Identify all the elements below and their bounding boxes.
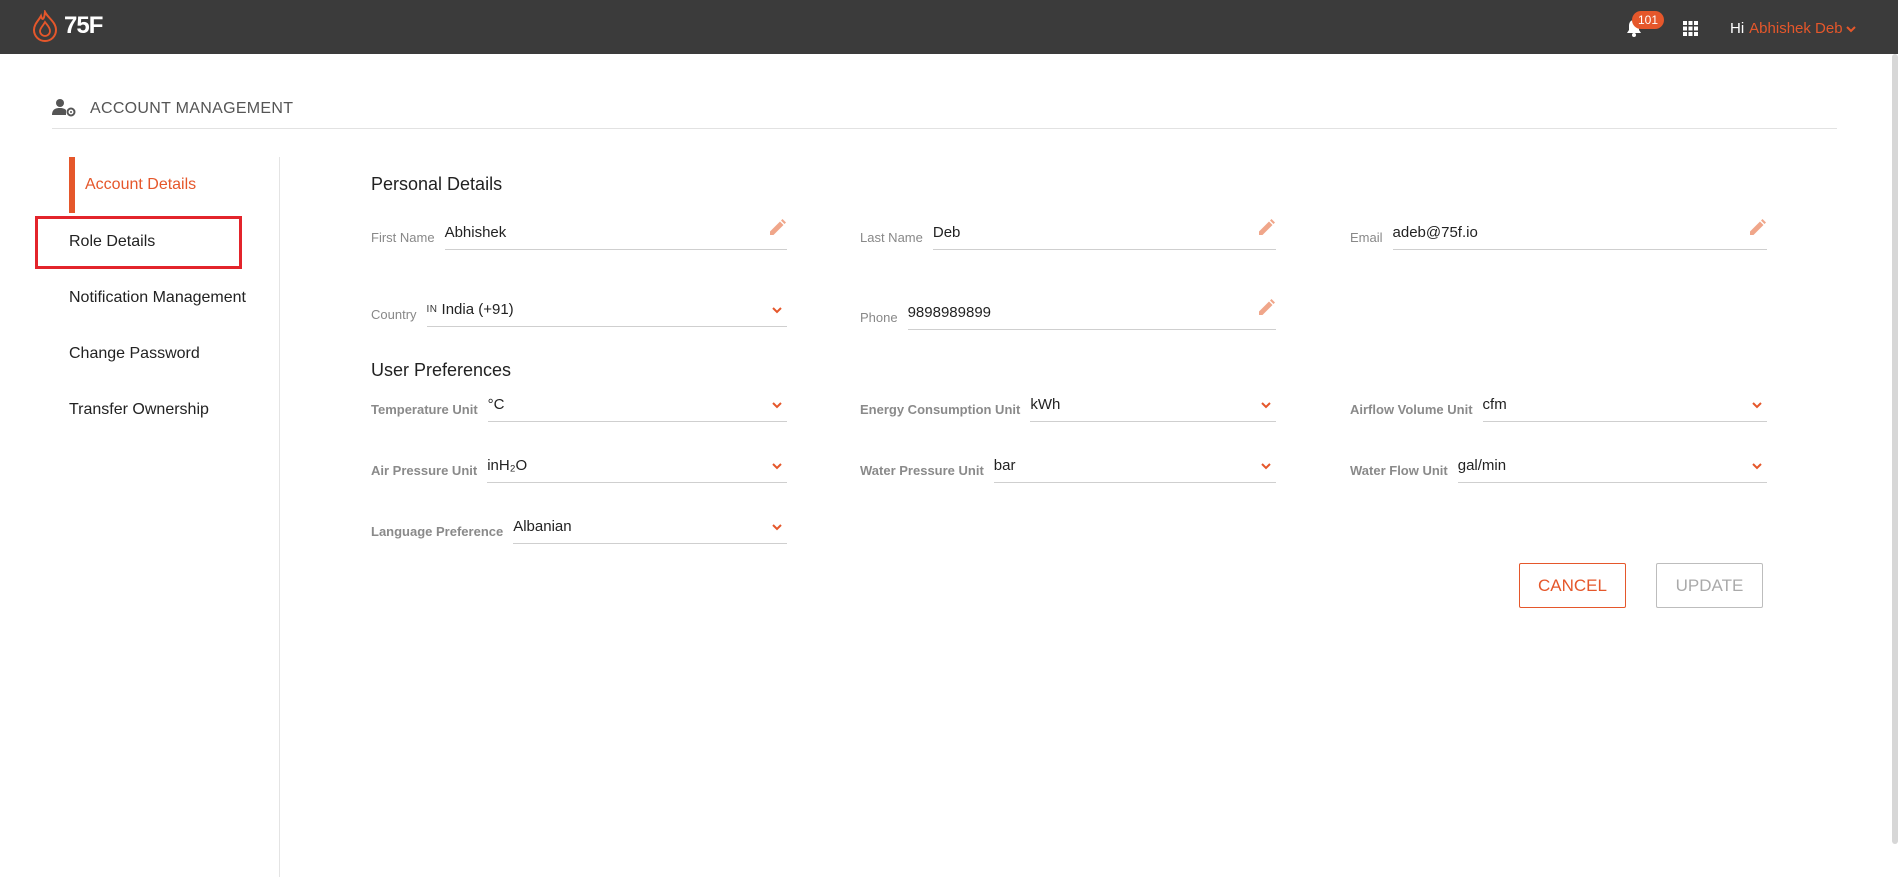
water-pressure-unit-value: bar — [993, 457, 1016, 474]
flame-logo-icon — [32, 10, 58, 42]
sidebar-item-transfer-ownership[interactable]: Transfer Ownership — [69, 401, 209, 419]
notification-badge[interactable]: 101 — [1632, 11, 1665, 29]
chevron-down-icon[interactable] — [1260, 400, 1272, 410]
email-input[interactable]: adeb@75f.io — [1392, 216, 1767, 250]
language-preference-field: Language Preference Albanian — [371, 510, 787, 544]
user-menu[interactable]: Hi Abhishek Deb — [1730, 20, 1857, 37]
pencil-icon[interactable] — [1747, 218, 1767, 238]
email-value: adeb@75f.io — [1392, 224, 1478, 241]
air-pressure-unit-value: inH₂O — [487, 457, 528, 474]
last-name-label: Last Name — [860, 230, 923, 245]
temperature-unit-field: Temperature Unit °C — [371, 388, 787, 422]
air-pressure-unit-label: Air Pressure Unit — [371, 463, 478, 478]
first-name-field: First Name Abhishek — [371, 216, 787, 250]
phone-value: 9898989899 — [907, 304, 992, 321]
user-settings-icon — [52, 99, 76, 117]
country-value: India (+91) — [441, 301, 514, 318]
country-field: Country IN India (+91) — [371, 293, 787, 327]
active-indicator — [69, 157, 75, 213]
phone-input[interactable]: 9898989899 — [907, 296, 1276, 330]
airflow-unit-field: Airflow Volume Unit cfm — [1350, 388, 1767, 422]
energy-unit-label: Energy Consumption Unit — [860, 402, 1021, 417]
chevron-down-icon[interactable] — [771, 522, 783, 532]
first-name-input[interactable]: Abhishek — [444, 216, 787, 250]
language-preference-value: Albanian — [513, 518, 572, 535]
language-preference-label: Language Preference — [371, 524, 504, 539]
energy-unit-value: kWh — [1030, 396, 1061, 413]
phone-label: Phone — [860, 310, 898, 325]
sidebar-item-account-details[interactable]: Account Details — [85, 176, 196, 194]
user-name[interactable]: Abhishek Deb — [1749, 20, 1842, 37]
update-button[interactable]: UPDATE — [1656, 563, 1763, 608]
logo-text: 75F — [64, 12, 103, 39]
water-flow-unit-field: Water Flow Unit gal/min — [1350, 449, 1767, 483]
pencil-icon[interactable] — [767, 218, 787, 238]
sidebar-item-notification-management[interactable]: Notification Management — [69, 289, 246, 307]
logo[interactable]: 75F — [32, 10, 103, 42]
greeting-text: Hi — [1730, 20, 1745, 37]
water-flow-unit-select[interactable]: gal/min — [1457, 449, 1767, 483]
chevron-down-icon[interactable] — [771, 305, 783, 315]
chevron-down-icon[interactable] — [1260, 461, 1272, 471]
water-pressure-unit-label: Water Pressure Unit — [860, 463, 984, 478]
airflow-unit-value: cfm — [1482, 396, 1507, 413]
air-pressure-unit-field: Air Pressure Unit inH₂O — [371, 449, 787, 483]
language-preference-select[interactable]: Albanian — [513, 510, 787, 544]
last-name-value: Deb — [932, 224, 961, 241]
airflow-unit-label: Airflow Volume Unit — [1350, 402, 1473, 417]
chevron-down-icon[interactable] — [771, 400, 783, 410]
first-name-value: Abhishek — [444, 224, 507, 241]
scrollbar[interactable] — [1892, 54, 1898, 844]
airflow-unit-select[interactable]: cfm — [1482, 388, 1767, 422]
last-name-field: Last Name Deb — [860, 216, 1276, 250]
sidebar-divider — [279, 157, 280, 877]
highlight-box — [35, 216, 242, 269]
sidebar-item-change-password[interactable]: Change Password — [69, 345, 200, 363]
country-flag: IN — [426, 304, 438, 315]
user-preferences-title: User Preferences — [371, 360, 512, 380]
air-pressure-unit-select[interactable]: inH₂O — [487, 449, 787, 483]
water-flow-unit-value: gal/min — [1457, 457, 1507, 474]
page-title: ACCOUNT MANAGEMENT — [90, 100, 294, 117]
pencil-icon[interactable] — [1256, 298, 1276, 318]
phone-field: Phone 9898989899 — [860, 296, 1276, 330]
first-name-label: First Name — [371, 230, 435, 245]
chevron-down-icon[interactable] — [1751, 400, 1763, 410]
energy-unit-select[interactable]: kWh — [1030, 388, 1276, 422]
temperature-unit-label: Temperature Unit — [371, 402, 478, 417]
app-grid-icon[interactable] — [1683, 21, 1698, 36]
chevron-down-icon[interactable] — [1751, 461, 1763, 471]
chevron-down-icon[interactable] — [771, 461, 783, 471]
email-field: Email adeb@75f.io — [1350, 216, 1767, 250]
water-flow-unit-label: Water Flow Unit — [1350, 463, 1448, 478]
top-navigation-bar: 75F 101 Hi Abhishek Deb — [0, 0, 1898, 54]
cancel-button[interactable]: CANCEL — [1519, 563, 1626, 608]
email-label: Email — [1350, 230, 1383, 245]
water-pressure-unit-field: Water Pressure Unit bar — [860, 449, 1276, 483]
last-name-input[interactable]: Deb — [932, 216, 1276, 250]
pencil-icon[interactable] — [1256, 218, 1276, 238]
personal-details-title: Personal Details — [371, 174, 503, 194]
water-pressure-unit-select[interactable]: bar — [993, 449, 1276, 483]
temperature-unit-select[interactable]: °C — [487, 388, 787, 422]
energy-unit-field: Energy Consumption Unit kWh — [860, 388, 1276, 422]
page-header: ACCOUNT MANAGEMENT — [52, 94, 1837, 129]
country-label: Country — [371, 307, 417, 322]
chevron-down-icon — [1845, 25, 1856, 32]
temperature-unit-value: °C — [487, 396, 505, 413]
country-select[interactable]: IN India (+91) — [426, 293, 787, 327]
